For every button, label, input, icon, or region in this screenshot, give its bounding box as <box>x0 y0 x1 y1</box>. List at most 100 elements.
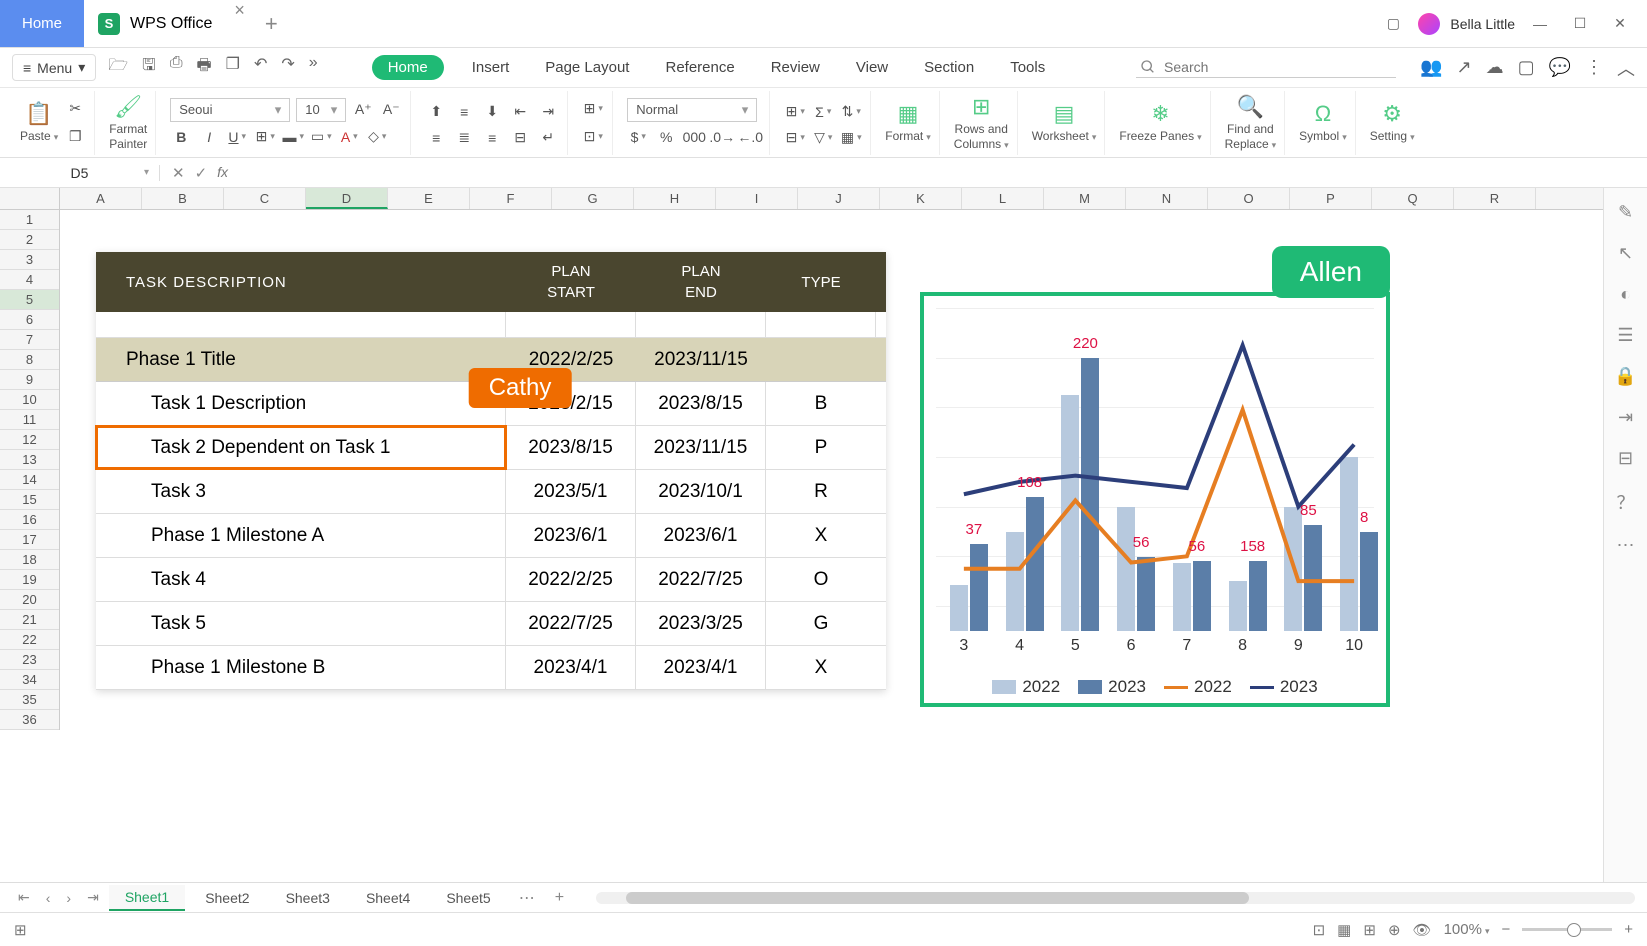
cloud-icon[interactable]: ☁ <box>1486 57 1504 78</box>
table-row[interactable]: Task 2 Dependent on Task 12023/8/152023/… <box>96 426 886 470</box>
sort-icon[interactable]: ⇅ <box>840 101 862 123</box>
fx-icon[interactable]: fx <box>217 164 228 182</box>
row-header[interactable]: 4 <box>0 270 59 290</box>
first-sheet-icon[interactable]: ⇤ <box>12 889 36 906</box>
column-header[interactable]: E <box>388 188 470 209</box>
column-header[interactable]: F <box>470 188 552 209</box>
more-sheets-icon[interactable]: ⋯ <box>511 888 543 908</box>
sheet-tab-1[interactable]: Sheet1 <box>109 885 185 911</box>
next-sheet-icon[interactable]: › <box>60 890 77 906</box>
name-box[interactable]: D5 <box>0 165 160 181</box>
menu-button[interactable]: ≡ Menu ▾ <box>12 54 96 81</box>
more-tools-icon[interactable]: ⋯ <box>1617 535 1635 556</box>
table-row[interactable]: Task 32023/5/12023/10/1R <box>96 470 886 514</box>
close-tab-icon[interactable]: × <box>226 0 253 47</box>
tab-home[interactable]: Home <box>372 55 444 80</box>
minimize-icon[interactable]: — <box>1525 16 1555 32</box>
chart[interactable]: Allen 345678910371082205656158858 2022 2… <box>920 292 1390 707</box>
paste-button[interactable]: Paste <box>20 129 58 143</box>
shapes-icon[interactable]: ◐ <box>1620 284 1631 305</box>
align-left-icon[interactable]: ≡ <box>425 127 447 149</box>
home-tab[interactable]: Home <box>0 0 84 47</box>
row-header[interactable]: 22 <box>0 630 59 650</box>
number-format-select[interactable]: Normal▾ <box>627 98 757 122</box>
font-color-button[interactable]: A <box>338 126 360 148</box>
redo-icon[interactable]: ↷ <box>281 54 294 81</box>
column-header[interactable]: L <box>962 188 1044 209</box>
font-name-select[interactable]: Seoui▾ <box>170 98 290 122</box>
cancel-edit-icon[interactable]: ✕ <box>172 164 185 182</box>
increase-font-icon[interactable]: A⁺ <box>352 99 374 121</box>
select-all-corner[interactable] <box>0 188 60 210</box>
select-tool-icon[interactable]: ↖ <box>1618 243 1633 264</box>
row-header[interactable]: 1 <box>0 210 59 230</box>
row-header[interactable]: 36 <box>0 710 59 730</box>
zoom-level[interactable]: 100% <box>1444 921 1490 938</box>
search-box[interactable] <box>1136 57 1396 78</box>
table-row[interactable]: Phase 1 Milestone A2023/6/12023/6/1X <box>96 514 886 558</box>
row-header[interactable]: 18 <box>0 550 59 570</box>
tab-page-layout[interactable]: Page Layout <box>537 55 637 80</box>
column-header[interactable]: R <box>1454 188 1536 209</box>
percent-button[interactable]: % <box>655 126 677 148</box>
format-painter-group[interactable]: 🖌 Farmat Painter <box>101 91 156 155</box>
clear-format-button[interactable]: ◇ <box>366 126 388 148</box>
view-page-icon[interactable]: ⊞ <box>1363 921 1376 939</box>
more-icon[interactable]: ⋮ <box>1585 57 1603 78</box>
row-header[interactable]: 5 <box>0 290 59 310</box>
save-icon[interactable]: 🖫 <box>142 54 156 81</box>
tab-tools[interactable]: Tools <box>1002 55 1053 80</box>
rows-cols-button[interactable]: ⊞Rows and Columns <box>946 91 1018 155</box>
column-header[interactable]: Q <box>1372 188 1454 209</box>
row-header[interactable]: 8 <box>0 350 59 370</box>
row-header[interactable]: 2 <box>0 230 59 250</box>
paste-icon[interactable]: 📋 <box>20 101 58 127</box>
column-header[interactable]: D <box>306 188 388 209</box>
row-header[interactable]: 20 <box>0 590 59 610</box>
align-top-icon[interactable]: ⬆ <box>425 101 447 123</box>
add-sheet-icon[interactable]: + <box>547 889 572 907</box>
row-header[interactable]: 15 <box>0 490 59 510</box>
indent-decrease-icon[interactable]: ⇤ <box>509 101 531 123</box>
align-right-icon[interactable]: ≡ <box>481 127 503 149</box>
undo-icon[interactable]: ↶ <box>254 54 267 81</box>
confirm-edit-icon[interactable]: ✓ <box>195 164 208 182</box>
share-icon[interactable]: 👥 <box>1420 57 1442 78</box>
more-qa-icon[interactable]: » <box>309 54 318 81</box>
symbol-button[interactable]: ΩSymbol <box>1291 91 1356 155</box>
collapse-ribbon-icon[interactable]: ︿ <box>1617 55 1635 81</box>
window-restore-icon[interactable]: ▢ <box>1378 15 1408 32</box>
indent-increase-icon[interactable]: ⇥ <box>537 101 559 123</box>
adjust-icon[interactable]: ☰ <box>1617 325 1633 346</box>
table-row[interactable]: Task 1 DescriptionCathy2023/2/152023/8/1… <box>96 382 886 426</box>
new-tab-icon[interactable]: + <box>253 0 290 47</box>
bold-button[interactable]: B <box>170 126 192 148</box>
row-header[interactable]: 14 <box>0 470 59 490</box>
open-icon[interactable]: 🗁 <box>108 54 128 81</box>
view-custom-icon[interactable]: ⊕ <box>1388 921 1401 939</box>
edit-icon[interactable]: ✎ <box>1618 202 1633 223</box>
row-header[interactable]: 35 <box>0 690 59 710</box>
highlight-button[interactable]: ▭ <box>310 126 332 148</box>
export-icon[interactable]: ↗ <box>1456 57 1471 78</box>
row-header[interactable]: 11 <box>0 410 59 430</box>
search-input[interactable] <box>1164 59 1392 75</box>
merge-icon[interactable]: ⊟ <box>509 127 531 149</box>
align-center-icon[interactable]: ≣ <box>453 127 475 149</box>
comma-button[interactable]: 000 <box>683 126 705 148</box>
cut-icon[interactable]: ✂ <box>64 98 86 120</box>
delete-cells-icon[interactable]: ⊟ <box>784 127 806 149</box>
column-header[interactable]: K <box>880 188 962 209</box>
column-header[interactable]: O <box>1208 188 1290 209</box>
print-icon[interactable]: 🖶 <box>197 54 212 81</box>
help-icon[interactable]: ？ <box>1617 489 1635 515</box>
row-header[interactable]: 19 <box>0 570 59 590</box>
zoom-in-icon[interactable]: + <box>1624 921 1633 938</box>
column-header[interactable]: I <box>716 188 798 209</box>
prev-sheet-icon[interactable]: ‹ <box>40 890 57 906</box>
notifications-icon[interactable]: ▢ <box>1518 57 1535 78</box>
tab-section[interactable]: Section <box>916 55 982 80</box>
sheet-tab-3[interactable]: Sheet3 <box>270 886 346 910</box>
view-normal-icon[interactable]: ⊡ <box>1313 921 1326 939</box>
table-row[interactable]: Phase 1 Milestone B2023/4/12023/4/1X <box>96 646 886 690</box>
